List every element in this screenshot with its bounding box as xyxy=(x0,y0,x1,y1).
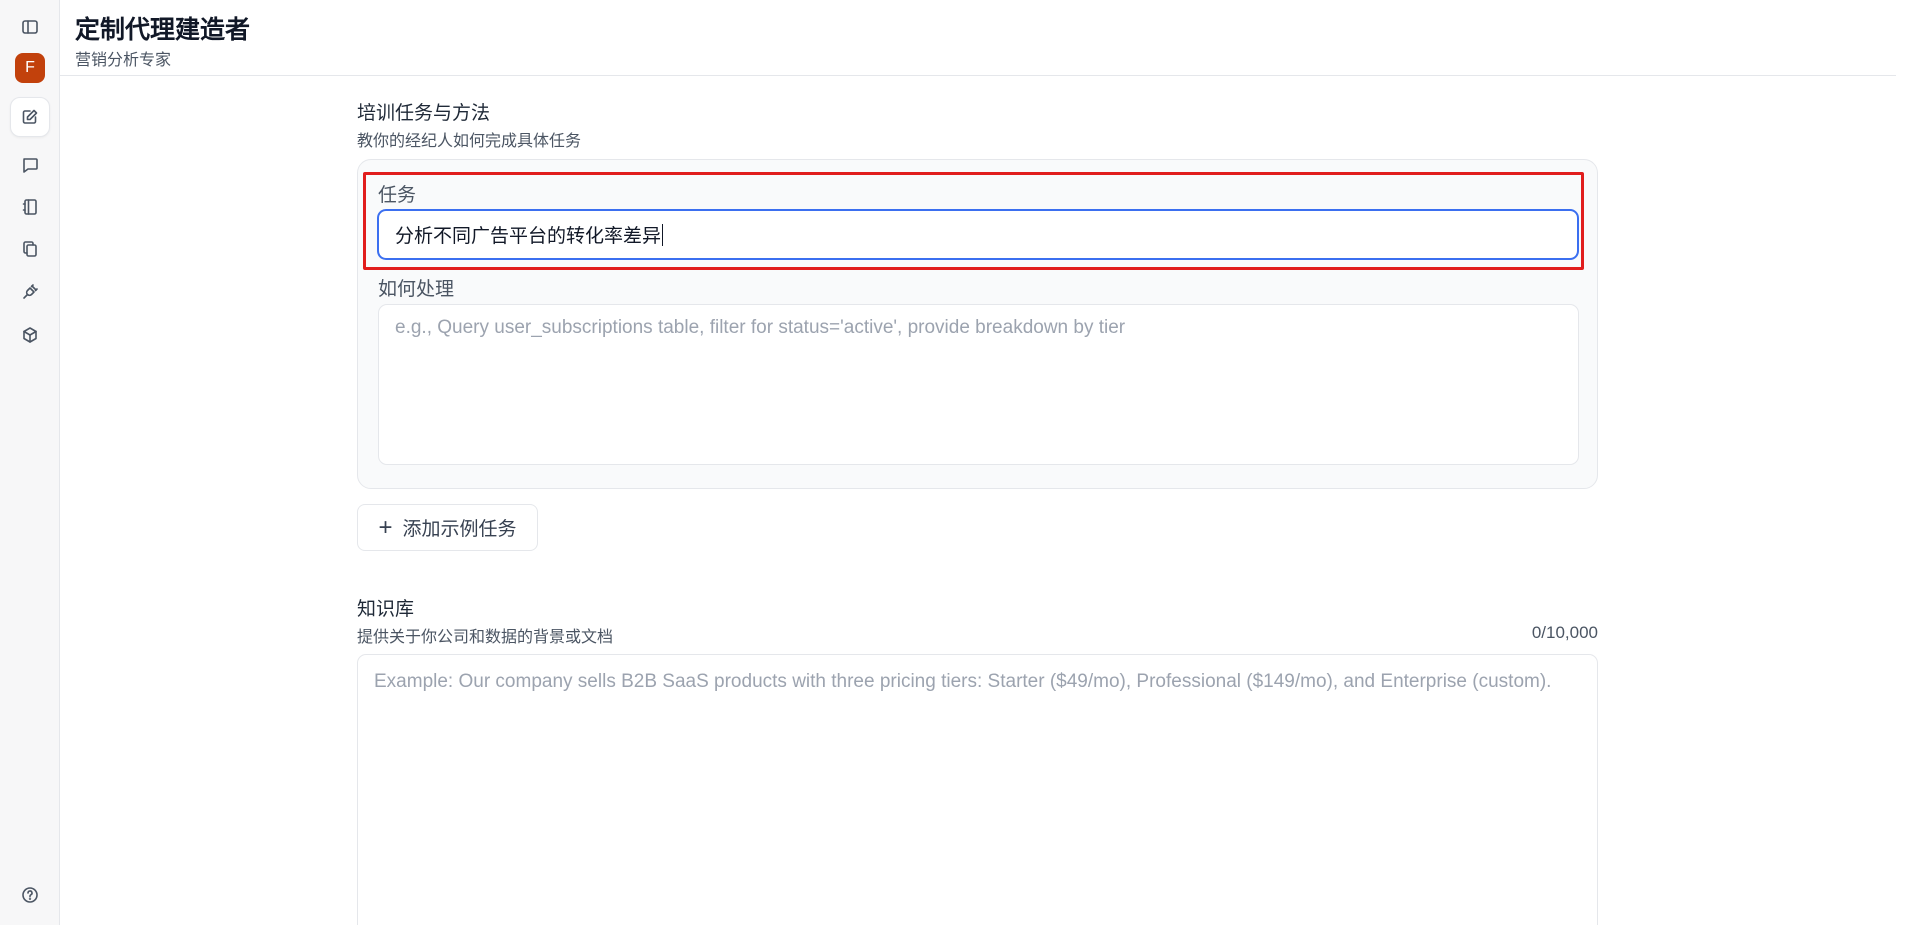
text-caret xyxy=(662,223,664,246)
scrollbar-track[interactable] xyxy=(1896,0,1910,925)
plus-icon: + xyxy=(378,513,393,541)
sidebar: F xyxy=(0,0,60,925)
avatar[interactable]: F xyxy=(15,53,45,83)
task-input[interactable]: 分析不同广告平台的转化率差异 xyxy=(377,209,1579,260)
knowledge-section-description: 提供关于你公司和数据的背景或文档 xyxy=(357,627,614,646)
task-label: 任务 xyxy=(378,184,417,206)
training-section-description: 教你的经纪人如何完成具体任务 xyxy=(357,131,582,150)
help-icon[interactable] xyxy=(10,875,50,915)
knowledge-base-textarea[interactable]: Example: Our company sells B2B SaaS prod… xyxy=(357,654,1598,925)
howto-textarea[interactable]: e.g., Query user_subscriptions table, fi… xyxy=(378,304,1579,465)
add-example-task-button[interactable]: + 添加示例任务 xyxy=(357,504,538,551)
task-input-value: 分析不同广告平台的转化率差异 xyxy=(395,225,662,247)
copy-icon[interactable] xyxy=(10,229,50,269)
notebook-icon[interactable] xyxy=(10,187,50,227)
page-title: 定制代理建造者 xyxy=(75,15,251,44)
edit-icon[interactable] xyxy=(10,97,50,137)
page-subtitle: 营销分析专家 xyxy=(75,50,172,69)
howto-label: 如何处理 xyxy=(378,278,455,300)
sidebar-toggle-icon[interactable] xyxy=(10,7,50,47)
cube-icon[interactable] xyxy=(10,315,50,355)
plug-icon[interactable] xyxy=(10,272,50,312)
character-counter: 0/10,000 xyxy=(1531,623,1598,642)
add-example-task-label: 添加示例任务 xyxy=(402,518,517,540)
chat-icon[interactable] xyxy=(10,145,50,185)
avatar-letter: F xyxy=(25,59,35,76)
howto-placeholder: e.g., Query user_subscriptions table, fi… xyxy=(395,317,1126,338)
app-root: F 定制代理建造者 营销分析专家 培训任务与方法 教你的经纪人如何完成具体任务 … xyxy=(0,0,1910,925)
knowledge-section-title: 知识库 xyxy=(357,598,415,620)
training-section-title: 培训任务与方法 xyxy=(357,102,491,124)
header: 定制代理建造者 营销分析专家 xyxy=(60,0,1910,76)
knowledge-base-placeholder: Example: Our company sells B2B SaaS prod… xyxy=(374,671,1552,692)
